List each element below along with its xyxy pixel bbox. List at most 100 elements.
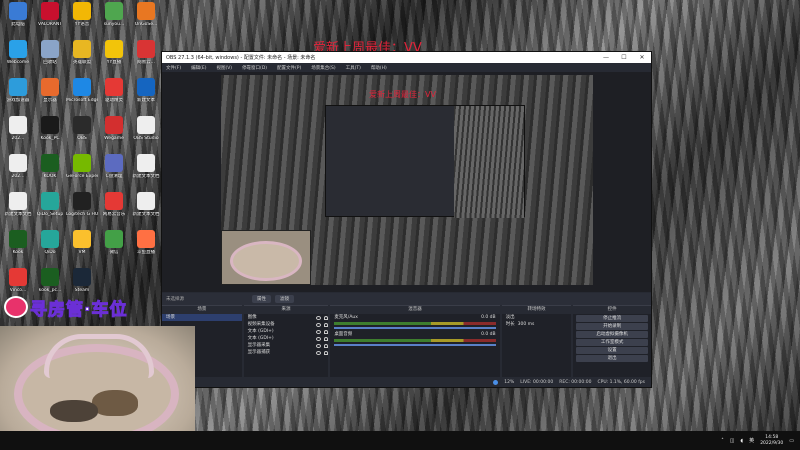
desktop-icon[interactable]: YY语音 — [66, 2, 98, 40]
source-toolbar: 未选择源 属性 滤镜 — [162, 293, 651, 305]
control-button[interactable]: 启动虚拟摄像机 — [576, 331, 648, 338]
channel-name: 麦克风/Aux — [334, 315, 358, 320]
desktop-icon[interactable]: VM — [66, 230, 98, 268]
desktop-icon[interactable]: QiDo_Setup — [34, 192, 66, 230]
eye-icon[interactable] — [316, 350, 322, 355]
close-icon[interactable]: ✕ — [633, 54, 651, 61]
desktop-icon[interactable]: 新建文本 — [130, 78, 162, 116]
stream-banner: 寻房管·车位 — [4, 292, 154, 321]
desktop-icon[interactable]: 新建文本文档 — [130, 192, 162, 230]
desktop-icon[interactable]: 驱动精灵 — [98, 78, 130, 116]
obs-title-bar[interactable]: OBS 27.1.3 (64-bit, windows) - 配置文件: 未命名… — [162, 52, 651, 63]
lock-icon[interactable] — [324, 343, 329, 348]
clock[interactable]: 14:58 2022/9/30 — [760, 435, 783, 447]
desktop-icon[interactable]: KOOK — [34, 154, 66, 192]
scene-item[interactable]: 场景 — [162, 314, 242, 321]
desktop-icon[interactable]: 网易云... — [130, 40, 162, 78]
obs-window[interactable]: OBS 27.1.3 (64-bit, windows) - 配置文件: 未命名… — [161, 51, 652, 388]
desktop-icon[interactable]: Kook — [2, 230, 34, 268]
menu-item[interactable]: 文件(F) — [166, 65, 181, 71]
ime-icon[interactable]: 英 — [749, 437, 754, 444]
lock-icon[interactable] — [324, 336, 329, 341]
desktop-icon[interactable]: 202... — [2, 116, 34, 154]
control-button[interactable]: 设置 — [576, 347, 648, 354]
menu-item[interactable]: 编辑(E) — [191, 65, 206, 71]
desktop-icon[interactable]: OBS — [66, 116, 98, 154]
eye-icon[interactable] — [316, 329, 322, 334]
menu-item[interactable]: 停靠窗口(D) — [242, 65, 267, 71]
desktop-icon-label: KOOK — [43, 174, 57, 179]
notification-icon[interactable]: ▭ — [789, 438, 794, 444]
desktop-icon[interactable]: 回收站 — [34, 40, 66, 78]
source-item[interactable]: 显示器采集 — [244, 342, 329, 349]
preview-webcam — [221, 230, 311, 285]
desktop-icon[interactable]: 此电脑 — [2, 2, 34, 40]
desktop-icon-label: 202... — [11, 136, 25, 141]
menu-item[interactable]: 配置文件(P) — [277, 65, 301, 71]
menu-item[interactable]: 帮助(H) — [371, 65, 387, 71]
desktop-icon[interactable]: 网易云音乐 — [98, 192, 130, 230]
transition-duration[interactable]: 时长 300 ms — [502, 321, 572, 328]
lock-icon[interactable] — [324, 350, 329, 355]
app-icon — [137, 116, 155, 134]
desktop-icon-grid: 此电脑 VALORANT YY语音 sunyou... OnGoSe... Webcome… — [0, 0, 165, 335]
lock-icon[interactable] — [324, 322, 329, 327]
eye-icon[interactable] — [316, 336, 322, 341]
desktop-icon[interactable]: OnGoSe... — [130, 2, 162, 40]
desktop-icon[interactable]: Microsoft Edge — [66, 78, 98, 116]
app-icon — [137, 154, 155, 172]
desktop-icon[interactable]: C盘清理 — [98, 154, 130, 192]
maximize-icon[interactable]: ☐ — [615, 54, 633, 61]
desktop-icon[interactable]: 斗鱼直播 — [130, 230, 162, 268]
eye-icon[interactable] — [316, 343, 322, 348]
control-button[interactable]: 退出 — [576, 355, 648, 362]
volume-slider[interactable] — [334, 344, 496, 346]
lock-icon[interactable] — [324, 315, 329, 320]
app-icon — [73, 230, 91, 248]
desktop-icon[interactable]: Kook_PC — [34, 116, 66, 154]
properties-button[interactable]: 属性 — [252, 295, 271, 303]
menu-item[interactable]: 视图(V) — [216, 65, 232, 71]
filters-button[interactable]: 滤镜 — [275, 295, 294, 303]
desktop-icon[interactable]: sunyou... — [98, 2, 130, 40]
desktop-icon[interactable]: VALORANT — [34, 2, 66, 40]
lock-icon[interactable] — [324, 329, 329, 334]
desktop-icon[interactable]: OBS Studio — [130, 116, 162, 154]
preview-canvas[interactable]: 爱新上周最佳：VV — [221, 75, 593, 285]
transition-type[interactable]: 淡出 — [502, 314, 572, 321]
desktop-icon[interactable]: 新建文本文档 — [2, 192, 34, 230]
network-icon[interactable]: ◫ — [730, 438, 735, 444]
obs-preview[interactable]: 爱新上周最佳：VV — [162, 72, 651, 292]
source-item[interactable]: 文本 (GDI+) — [244, 335, 329, 342]
app-icon — [41, 2, 59, 20]
menu-item[interactable]: 场景集合(S) — [311, 65, 335, 71]
desktop-icon[interactable]: 新建文本文档 — [130, 154, 162, 192]
desktop-icon[interactable]: 游戏加速器 — [2, 78, 34, 116]
desktop-icon[interactable]: YY直播 — [98, 40, 130, 78]
volume-icon[interactable]: ◖ — [741, 438, 744, 444]
desktop-icon[interactable]: 英雄联盟 — [66, 40, 98, 78]
menu-item[interactable]: 工具(T) — [346, 65, 361, 71]
desktop-icon[interactable]: 显示器 — [34, 78, 66, 116]
desktop-icon[interactable]: Wegame — [98, 116, 130, 154]
control-button[interactable]: 开始录制 — [576, 323, 648, 330]
source-item[interactable]: 视频采集设备 — [244, 321, 329, 328]
minimize-icon[interactable]: — — [597, 54, 615, 61]
eye-icon[interactable] — [316, 315, 322, 320]
sources-dock: 来源 图像 视频采集设备 文本 (GDI+) 文本 (GDI+) 显示器采集 显示器捕获 — [243, 305, 329, 377]
desktop-icon[interactable]: Logitech G HUB — [66, 192, 98, 230]
volume-slider[interactable] — [334, 327, 496, 329]
desktop-icon[interactable]: QiDo — [34, 230, 66, 268]
desktop-icon[interactable]: 202... — [2, 154, 34, 192]
desktop-icon[interactable]: Webcome — [2, 40, 34, 78]
desktop-icon[interactable]: GeForce Experience — [66, 154, 98, 192]
control-button[interactable]: 工作室模式 — [576, 339, 648, 346]
source-item[interactable]: 显示器捕获 — [244, 349, 329, 356]
source-item[interactable]: 图像 — [244, 314, 329, 321]
control-button[interactable]: 停止推流 — [576, 315, 648, 322]
source-name: 显示器采集 — [247, 343, 271, 348]
source-item[interactable]: 文本 (GDI+) — [244, 328, 329, 335]
eye-icon[interactable] — [316, 322, 322, 327]
tray-chevron-icon[interactable]: ˄ — [721, 438, 724, 444]
desktop-icon[interactable]: 微信 — [98, 230, 130, 268]
